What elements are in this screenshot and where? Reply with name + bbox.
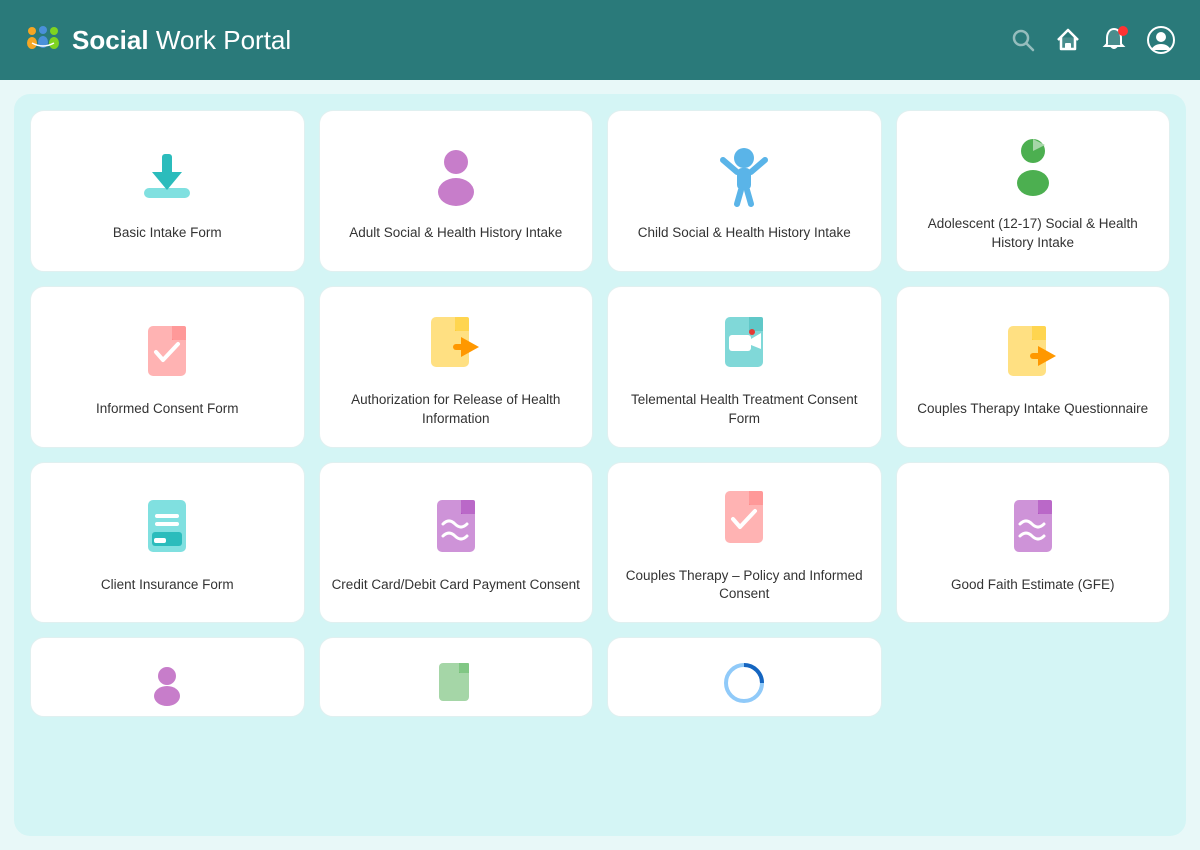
card-basic-intake[interactable]: Basic Intake Form (30, 110, 305, 272)
card-credit-card[interactable]: Credit Card/Debit Card Payment Consent (319, 462, 594, 624)
adult-social-icon (421, 140, 491, 210)
client-insurance-label: Client Insurance Form (101, 576, 234, 595)
couples-policy-icon (709, 483, 779, 553)
main-content: Basic Intake Form Adult Social & Health … (14, 94, 1186, 836)
informed-consent-icon (132, 316, 202, 386)
credit-card-label: Credit Card/Debit Card Payment Consent (332, 576, 580, 595)
couples-intake-label: Couples Therapy Intake Questionnaire (917, 400, 1148, 419)
card-good-faith[interactable]: Good Faith Estimate (GFE) (896, 462, 1171, 624)
card-couples-policy[interactable]: Couples Therapy – Policy and Informed Co… (607, 462, 882, 624)
basic-intake-label: Basic Intake Form (113, 224, 222, 243)
credit-card-icon (421, 492, 491, 562)
search-icon[interactable] (1010, 27, 1036, 53)
partial-card-1[interactable] (30, 637, 305, 717)
telemental-icon (709, 307, 779, 377)
partial-icon-3 (719, 658, 769, 708)
couples-intake-icon (998, 316, 1068, 386)
logo-icon (24, 21, 62, 59)
adolescent-social-label: Adolescent (12-17) Social & Health Histo… (909, 215, 1158, 253)
partial-card-row (30, 637, 1170, 717)
card-informed-consent[interactable]: Informed Consent Form (30, 286, 305, 448)
client-insurance-icon (132, 492, 202, 562)
good-faith-icon (998, 492, 1068, 562)
informed-consent-label: Informed Consent Form (96, 400, 239, 419)
header: Social Work Portal (0, 0, 1200, 80)
telemental-label: Telemental Health Treatment Consent Form (620, 391, 869, 429)
partial-card-3[interactable] (607, 637, 882, 717)
auth-release-icon (421, 307, 491, 377)
adolescent-social-icon (998, 131, 1068, 201)
home-icon[interactable] (1054, 26, 1082, 54)
card-adult-social[interactable]: Adult Social & Health History Intake (319, 110, 594, 272)
partial-icon-1 (142, 658, 192, 708)
couples-policy-label: Couples Therapy – Policy and Informed Co… (620, 567, 869, 605)
notification-badge (1118, 26, 1128, 36)
header-right (1010, 25, 1176, 55)
child-social-label: Child Social & Health History Intake (638, 224, 851, 243)
header-left: Social Work Portal (24, 21, 291, 59)
partial-card-2[interactable] (319, 637, 594, 717)
auth-release-label: Authorization for Release of Health Info… (332, 391, 581, 429)
partial-icon-2 (431, 658, 481, 708)
card-couples-intake[interactable]: Couples Therapy Intake Questionnaire (896, 286, 1171, 448)
card-child-social[interactable]: Child Social & Health History Intake (607, 110, 882, 272)
card-auth-release[interactable]: Authorization for Release of Health Info… (319, 286, 594, 448)
card-telemental[interactable]: Telemental Health Treatment Consent Form (607, 286, 882, 448)
notification-icon[interactable] (1100, 26, 1128, 54)
card-adolescent-social[interactable]: Adolescent (12-17) Social & Health Histo… (896, 110, 1171, 272)
child-social-icon (709, 140, 779, 210)
user-icon[interactable] (1146, 25, 1176, 55)
basic-intake-icon (132, 140, 202, 210)
header-title: Social Work Portal (72, 25, 291, 56)
card-client-insurance[interactable]: Client Insurance Form (30, 462, 305, 624)
card-grid: Basic Intake Form Adult Social & Health … (30, 110, 1170, 623)
adult-social-label: Adult Social & Health History Intake (349, 224, 562, 243)
good-faith-label: Good Faith Estimate (GFE) (951, 576, 1115, 595)
